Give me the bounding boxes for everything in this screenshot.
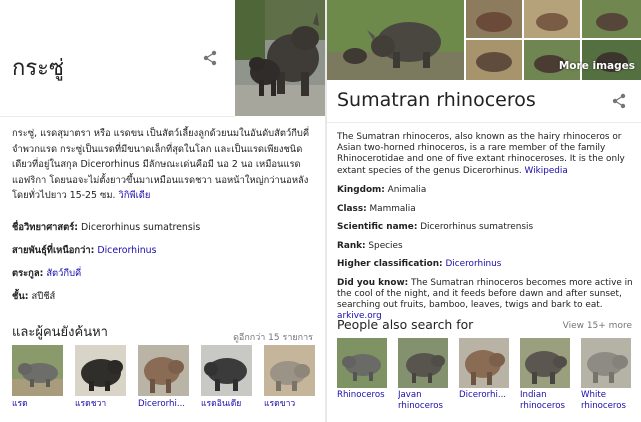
view-more-link[interactable]: View 15+ more bbox=[563, 321, 632, 331]
fact-class: ชั้น: สปีชีส์ bbox=[12, 291, 56, 302]
fact-higher-classification: สายพันธุ์ที่เหนือกว่า: Dicerorhinus bbox=[12, 245, 157, 256]
facts-list: Kingdom: Animalia Class: Mammalia Scient… bbox=[337, 185, 635, 322]
entity-description: The Sumatran rhinoceros, also known as t… bbox=[337, 132, 633, 177]
rhino-photo-icon bbox=[398, 338, 448, 388]
related-item-label: Rhinoceros bbox=[337, 390, 385, 400]
related-item-label: แรดอินเดีย bbox=[201, 399, 242, 409]
share-icon[interactable] bbox=[202, 50, 218, 66]
related-item-label: Indian rhinoceros bbox=[520, 390, 566, 411]
fact-scientific-name: ชื่อวิทยาศาสตร์: Dicerorhinus sumatrensi… bbox=[12, 222, 201, 233]
fact-kingdom: Kingdom: Animalia bbox=[337, 185, 427, 195]
wikipedia-link[interactable]: วิกิพีเดีย bbox=[118, 190, 150, 201]
rhino-photo-icon bbox=[264, 345, 315, 396]
people-also-search-heading: People also search for bbox=[337, 317, 474, 332]
rhino-photo-icon bbox=[75, 345, 126, 396]
see-more-link[interactable]: ดูอีกกว่า 15 รายการ bbox=[233, 330, 313, 344]
related-item-label: Dicerorhi... bbox=[138, 399, 186, 409]
related-item-label: แรด bbox=[12, 399, 28, 409]
divider bbox=[327, 122, 641, 123]
rhino-photo-icon bbox=[12, 345, 63, 396]
rhino-gallery-photo[interactable] bbox=[582, 0, 641, 38]
entity-title: Sumatran rhinoceros bbox=[337, 89, 536, 111]
related-item-label: Javan rhinoceros bbox=[398, 390, 444, 411]
description-text: The Sumatran rhinoceros, also known as t… bbox=[337, 132, 625, 176]
fact-rank: Rank: Species bbox=[337, 240, 403, 251]
fact-scientific-name: Scientific name: Dicerorhinus sumatrensi… bbox=[337, 222, 534, 232]
fact-higher-classification: Higher classification: Dicerorhinus bbox=[337, 259, 502, 269]
rhino-photo-icon bbox=[581, 338, 631, 388]
wikipedia-link[interactable]: Wikipedia bbox=[525, 166, 568, 176]
entity-description: กระซู่, แรดสุมาตรา หรือ แรดขน เป็นสัตว์เ… bbox=[12, 126, 318, 204]
related-item-label: Dicerorhi... bbox=[459, 390, 507, 400]
rhino-photo-icon bbox=[201, 345, 252, 396]
more-images-button[interactable]: More images bbox=[559, 60, 635, 72]
related-item-label: แรดชวา bbox=[75, 399, 107, 409]
main-rhino-photo[interactable] bbox=[327, 0, 464, 80]
description-text: กระซู่, แรดสุมาตรา หรือ แรดขน เป็นสัตว์เ… bbox=[12, 128, 310, 201]
rhino-gallery-photo[interactable] bbox=[466, 40, 522, 80]
rhino-gallery-photo[interactable] bbox=[466, 0, 522, 38]
related-item-label: White rhinoceros bbox=[581, 390, 627, 411]
rhino-photo-icon bbox=[138, 345, 189, 396]
knowledge-panel-thai: กระซู่ กระซู่, แรดสุมาตรา หรือ แรดขน เป็… bbox=[0, 0, 325, 422]
people-also-search-heading: และผู้คนยังค้นหา bbox=[12, 325, 108, 340]
fact-family: ตระกูล: สัตว์กีบคี่ bbox=[12, 268, 82, 279]
divider bbox=[0, 116, 235, 117]
knowledge-panel-english: More images Sumatran rhinoceros The Suma… bbox=[327, 0, 641, 422]
related-item-label: แรดขาว bbox=[264, 399, 296, 409]
rhino-photo-icon bbox=[337, 338, 387, 388]
fact-did-you-know: Did you know: The Sumatran rhinoceros be… bbox=[337, 277, 633, 322]
rhino-gallery-photo[interactable] bbox=[524, 0, 580, 38]
rhino-photo-icon bbox=[520, 338, 570, 388]
share-icon[interactable] bbox=[611, 93, 627, 109]
facts-list: ชื่อวิทยาศาสตร์: Dicerorhinus sumatrensi… bbox=[12, 222, 318, 314]
fact-class: Class: Mammalia bbox=[337, 203, 416, 214]
entity-title: กระซู่ bbox=[12, 56, 64, 81]
main-rhino-photo[interactable] bbox=[235, 0, 325, 116]
rhino-photo-icon bbox=[459, 338, 509, 388]
